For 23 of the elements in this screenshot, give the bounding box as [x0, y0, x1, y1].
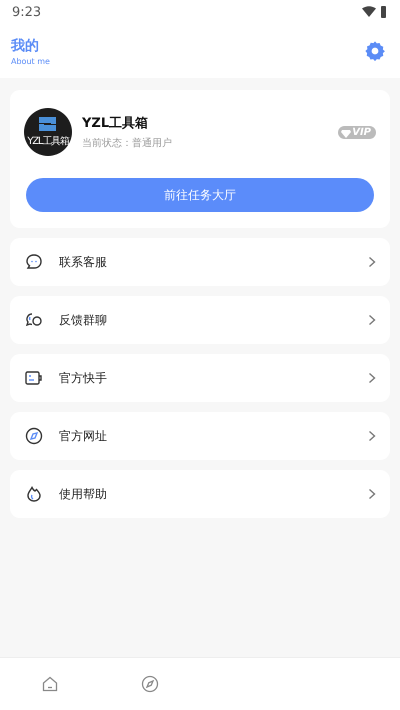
menu-item[interactable]: 官方快手 — [10, 354, 390, 402]
status-icons — [362, 6, 388, 18]
logo-icon — [38, 116, 58, 132]
menu-item[interactable]: 联系客服 — [10, 238, 390, 286]
page-subtitle: About me — [11, 56, 50, 66]
user-name: YZL工具箱 — [82, 115, 150, 132]
chevron-right-icon — [368, 488, 376, 500]
menu-item[interactable]: 使用帮助 — [10, 470, 390, 518]
home-icon[interactable] — [41, 675, 59, 693]
page-title: 我的 — [11, 36, 40, 54]
chevron-right-icon — [368, 314, 376, 326]
status-time: 9:23 — [12, 4, 42, 20]
menu-item[interactable]: 反馈群聊 — [10, 296, 390, 344]
compass-icon[interactable] — [141, 675, 159, 693]
chevron-right-icon — [368, 256, 376, 268]
vip-badge: VIP — [338, 126, 376, 138]
avatar-text: YZL工具箱 — [27, 135, 69, 148]
settings-icon[interactable] — [364, 40, 386, 62]
menu-item[interactable]: 官方网址 — [10, 412, 390, 460]
user-status: 当前状态：普通用户 — [82, 136, 172, 150]
compass-icon — [24, 426, 44, 446]
chevron-right-icon — [368, 430, 376, 442]
chevron-right-icon — [368, 372, 376, 384]
